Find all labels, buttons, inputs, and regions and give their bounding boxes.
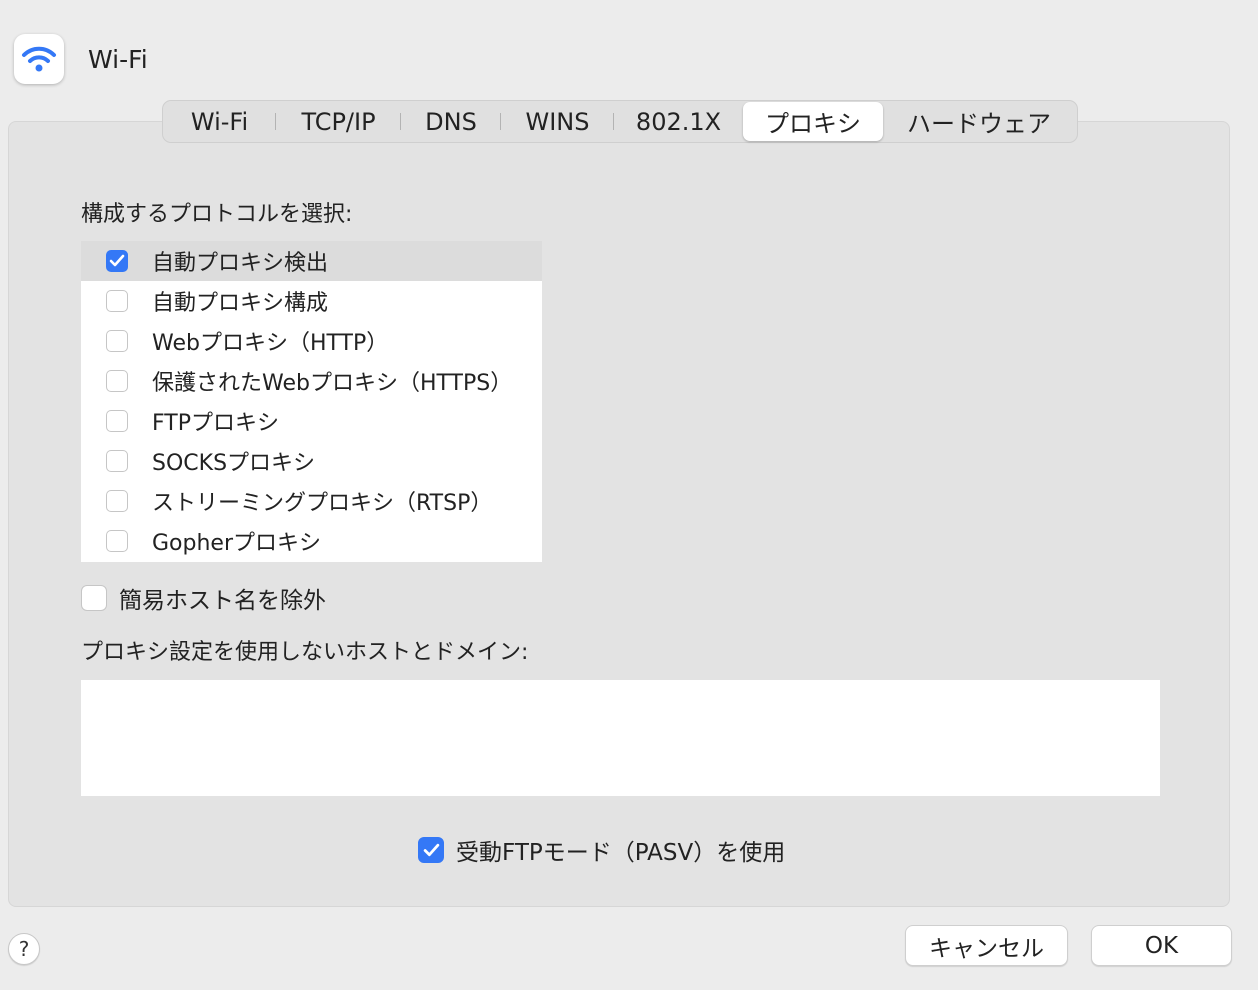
list-item-label: FTPプロキシ	[152, 411, 279, 436]
list-item[interactable]: 自動プロキシ検出	[81, 241, 542, 281]
exclude-simple-hostnames: 簡易ホスト名を除外	[81, 581, 326, 615]
passive-ftp-label: 受動FTPモード（PASV）を使用	[456, 840, 786, 866]
bypass-hosts-label: プロキシ設定を使用しないホストとドメイン:	[81, 640, 529, 665]
list-item-label: Webプロキシ（HTTP）	[152, 331, 389, 356]
tab-tcpip[interactable]: TCP/IP	[276, 102, 401, 141]
window-header: Wi-Fi	[14, 32, 148, 86]
list-item[interactable]: Webプロキシ（HTTP）	[81, 321, 542, 361]
tab-hardware[interactable]: ハードウェア	[883, 102, 1075, 141]
list-item-label: 保護されたWebプロキシ（HTTPS）	[152, 371, 513, 396]
list-item-label: ストリーミングプロキシ（RTSP）	[152, 491, 493, 516]
tab-bar: Wi-Fi TCP/IP DNS WINS 802.1X プロキシ ハードウェア	[162, 100, 1078, 143]
tab-wifi[interactable]: Wi-Fi	[163, 102, 276, 141]
list-item-label: 自動プロキシ構成	[152, 291, 329, 316]
list-item-label: 自動プロキシ検出	[152, 251, 329, 276]
cancel-button[interactable]: キャンセル	[905, 925, 1068, 966]
wifi-icon	[14, 34, 64, 84]
list-item[interactable]: 保護されたWebプロキシ（HTTPS）	[81, 361, 542, 401]
window-title: Wi-Fi	[88, 44, 148, 74]
list-item-label: Gopherプロキシ	[152, 531, 321, 556]
gopher-proxy-checkbox[interactable]	[106, 530, 128, 552]
auto-proxy-discovery-checkbox[interactable]	[106, 250, 128, 272]
list-item-label: SOCKSプロキシ	[152, 451, 316, 476]
bypass-hosts-field[interactable]	[81, 680, 1160, 796]
passive-ftp-mode: 受動FTPモード（PASV）を使用	[418, 833, 785, 867]
streaming-proxy-rtsp-checkbox[interactable]	[106, 490, 128, 512]
checkmark-icon	[109, 254, 125, 267]
list-item[interactable]: ストリーミングプロキシ（RTSP）	[81, 481, 542, 521]
help-button[interactable]: ?	[8, 933, 40, 965]
tab-dns[interactable]: DNS	[401, 102, 501, 141]
exclude-simple-hostnames-checkbox[interactable]	[81, 585, 107, 611]
list-item[interactable]: FTPプロキシ	[81, 401, 542, 441]
protocols-label: 構成するプロトコルを選択:	[81, 202, 353, 227]
list-item[interactable]: Gopherプロキシ	[81, 521, 542, 561]
passive-ftp-checkbox[interactable]	[418, 837, 444, 863]
socks-proxy-checkbox[interactable]	[106, 450, 128, 472]
tab-wins[interactable]: WINS	[501, 102, 614, 141]
tab-8021x[interactable]: 802.1X	[614, 102, 743, 141]
ftp-proxy-checkbox[interactable]	[106, 410, 128, 432]
list-item[interactable]: 自動プロキシ構成	[81, 281, 542, 321]
auto-proxy-config-checkbox[interactable]	[106, 290, 128, 312]
tab-proxy[interactable]: プロキシ	[743, 102, 883, 141]
checkmark-icon	[423, 843, 439, 856]
ok-button[interactable]: OK	[1091, 925, 1232, 966]
list-item[interactable]: SOCKSプロキシ	[81, 441, 542, 481]
secure-web-proxy-https-checkbox[interactable]	[106, 370, 128, 392]
protocol-list: 自動プロキシ検出 自動プロキシ構成 Webプロキシ（HTTP） 保護されたWeb…	[81, 241, 542, 562]
web-proxy-http-checkbox[interactable]	[106, 330, 128, 352]
exclude-simple-hostnames-label: 簡易ホスト名を除外	[119, 588, 326, 614]
